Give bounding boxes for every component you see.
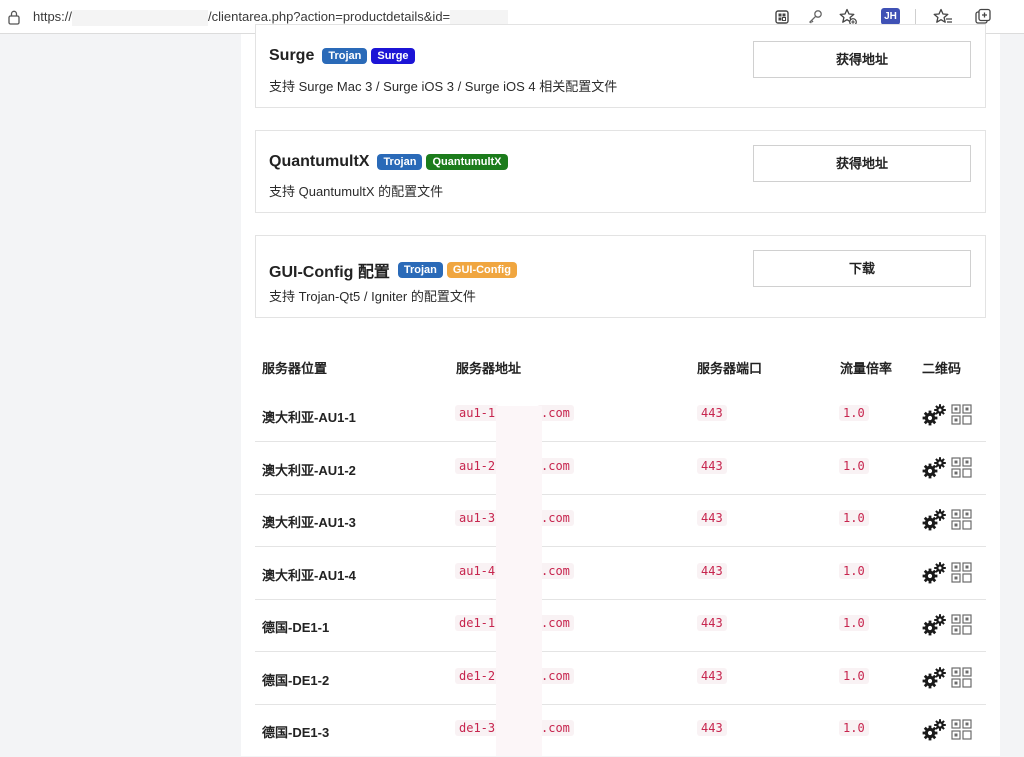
- column-header-qrcode: 二维码: [922, 361, 962, 376]
- qr-code-icon[interactable]: [951, 456, 972, 478]
- badge-gui-config: GUI-Config: [446, 262, 517, 278]
- server-address-suffix: .com: [537, 405, 574, 421]
- lock-icon[interactable]: [7, 9, 21, 25]
- server-address: de1-2: [455, 667, 500, 684]
- redacted-address-area: [496, 406, 542, 756]
- toolbar-divider: [915, 9, 916, 25]
- card-desc-gui-config: 支持 Trojan-Qt5 / Igniter 的配置文件: [269, 289, 476, 304]
- badge-trojan: Trojan: [322, 48, 368, 64]
- qr-code-icon[interactable]: [951, 614, 972, 635]
- server-address: de1-1: [455, 615, 500, 631]
- gear-icon[interactable]: [921, 718, 947, 742]
- traffic-rate: 1.0: [839, 457, 869, 474]
- card-desc-quantumultx: 支持 QuantumultX 的配置文件: [269, 184, 444, 199]
- server-address-suffix: .com: [537, 562, 574, 579]
- server-address-suffix: .com: [537, 615, 574, 631]
- traffic-rate: 1.0: [839, 562, 869, 579]
- badge-trojan: Trojan: [397, 262, 443, 278]
- server-port: 443: [697, 405, 727, 421]
- gear-icon[interactable]: [921, 508, 947, 532]
- download-button-gui-config[interactable]: 下载: [753, 250, 971, 287]
- gear-icon[interactable]: [921, 666, 947, 690]
- server-address-suffix: .com: [537, 720, 574, 736]
- get-address-button-surge[interactable]: 获得地址: [753, 41, 971, 78]
- server-location: 德国-DE1-1: [262, 620, 330, 635]
- config-card-surge: Surge Trojan Surge 支持 Surge Mac 3 / Surg…: [255, 24, 986, 108]
- qr-code-icon[interactable]: [951, 719, 972, 740]
- url-scheme: https://: [33, 9, 73, 24]
- badge-quantumultx: QuantumultX: [426, 154, 508, 170]
- main-panel: Surge Trojan Surge 支持 Surge Mac 3 / Surg…: [241, 24, 1000, 757]
- profile-avatar[interactable]: JH: [881, 8, 900, 25]
- gear-icon[interactable]: [921, 561, 947, 585]
- traffic-rate: 1.0: [839, 405, 869, 421]
- server-location: 澳大利亚-AU1-1: [262, 410, 356, 425]
- qr-code-icon[interactable]: [951, 666, 972, 688]
- url-path: /clientarea.php?action=productdetails&id…: [208, 9, 451, 24]
- server-address: au1-1: [455, 405, 500, 421]
- config-card-gui-config: GUI-Config 配置 Trojan GUI-Config 支持 Troja…: [255, 235, 986, 318]
- server-port: 443: [697, 720, 727, 736]
- traffic-rate: 1.0: [839, 720, 869, 736]
- server-location: 澳大利亚-AU1-3: [262, 515, 356, 530]
- server-port: 443: [697, 562, 727, 579]
- server-address: au1-4: [455, 562, 500, 579]
- server-address-suffix: .com: [537, 457, 574, 474]
- table-row: 德国-DE1-2 de1-2 .com 443 1.0: [255, 653, 986, 705]
- table-row: 澳大利亚-AU1-3 au1-3 .com 443 1.0: [255, 495, 986, 547]
- qr-code-icon[interactable]: [951, 404, 972, 425]
- gear-icon[interactable]: [921, 613, 947, 637]
- server-port: 443: [697, 510, 727, 526]
- server-location: 澳大利亚-AU1-2: [262, 462, 356, 478]
- card-title-quantumultx: QuantumultX Trojan QuantumultX: [269, 153, 508, 171]
- column-header-address: 服务器地址: [456, 361, 522, 376]
- table-row: 澳大利亚-AU1-2 au1-2 .com 443 1.0: [255, 443, 986, 495]
- gear-icon[interactable]: [921, 403, 947, 427]
- table-row: 德国-DE1-1 de1-1 .com 443 1.0: [255, 600, 986, 652]
- server-port: 443: [697, 615, 727, 631]
- server-location: 德国-DE1-2: [262, 672, 330, 688]
- config-card-quantumultx: QuantumultX Trojan QuantumultX 支持 Quantu…: [255, 130, 986, 213]
- gear-icon[interactable]: [921, 456, 947, 480]
- table-row: 德国-DE1-3 de1-3 .com 443 1.0: [255, 705, 986, 757]
- server-address-suffix: .com: [537, 510, 574, 526]
- server-address-suffix: .com: [537, 667, 574, 684]
- card-title-surge: Surge Trojan Surge: [269, 47, 415, 65]
- server-address: au1-3: [455, 510, 500, 526]
- badge-trojan: Trojan: [377, 154, 423, 170]
- table-row: 澳大利亚-AU1-1 au1-1 .com 443 1.0: [255, 390, 986, 442]
- qr-code-icon[interactable]: [951, 509, 972, 530]
- column-header-port: 服务器端口: [697, 361, 763, 376]
- column-header-rate: 流量倍率: [840, 361, 893, 376]
- card-desc-surge: 支持 Surge Mac 3 / Surge iOS 3 / Surge iOS…: [269, 79, 618, 94]
- server-location: 澳大利亚-AU1-4: [262, 567, 356, 583]
- server-address: de1-3: [455, 720, 500, 736]
- server-address: au1-2: [455, 457, 500, 474]
- server-port: 443: [697, 667, 727, 684]
- badge-surge: Surge: [371, 48, 415, 64]
- server-port: 443: [697, 457, 727, 474]
- traffic-rate: 1.0: [839, 510, 869, 526]
- server-location: 德国-DE1-3: [262, 725, 330, 740]
- column-header-location: 服务器位置: [262, 361, 328, 376]
- table-row: 澳大利亚-AU1-4 au1-4 .com 443 1.0: [255, 548, 986, 600]
- traffic-rate: 1.0: [839, 667, 869, 684]
- redacted-domain: [72, 9, 209, 26]
- get-address-button-quantumultx[interactable]: 获得地址: [753, 145, 971, 182]
- card-title-gui-config: GUI-Config 配置 Trojan GUI-Config: [269, 258, 517, 282]
- traffic-rate: 1.0: [839, 615, 869, 631]
- qr-code-icon[interactable]: [951, 561, 972, 583]
